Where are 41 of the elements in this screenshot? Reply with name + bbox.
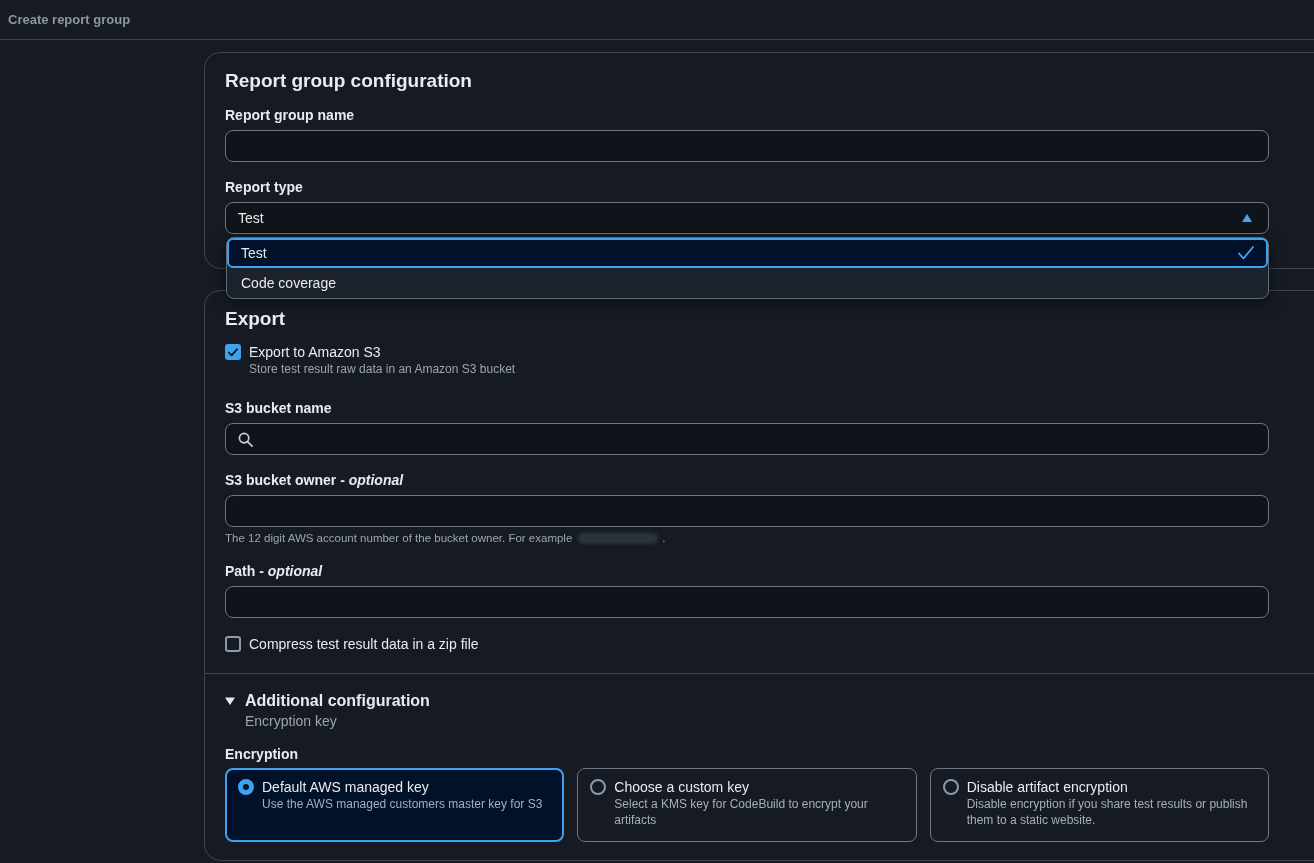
card-description: Disable encryption if you share test results or publish them to a static website. <box>966 796 1249 828</box>
checkbox-label: Export to Amazon S3 <box>249 343 382 361</box>
expand-toggle[interactable]: Additional configuration <box>225 690 1269 712</box>
caret-icon <box>225 696 235 706</box>
card-description: Select a KMS key for CodeBuild to encrypt your artifacts <box>614 796 869 828</box>
panel-heading: Export <box>225 307 287 331</box>
card-title: Disable artifact encryption <box>966 778 1129 796</box>
card-title: Default AWS managed key <box>262 778 430 796</box>
dropdown-option[interactable]: Test <box>227 238 1268 268</box>
panel-heading: Report group configuration <box>225 69 473 93</box>
field-label: S3 bucket owner - optional <box>225 471 405 490</box>
card-title: Choose a custom key <box>614 778 750 796</box>
dropdown-option[interactable]: Code coverage <box>227 268 1268 298</box>
text-field[interactable] <box>225 130 1269 162</box>
card-description: Use the AWS managed customers master key for S3 <box>262 796 543 812</box>
radio-button[interactable] <box>590 779 607 795</box>
section-subtitle: Encryption key <box>245 712 338 730</box>
checkbox[interactable] <box>225 636 241 652</box>
checkbox[interactable] <box>225 344 241 360</box>
field-label: Report group name <box>225 106 356 125</box>
search-field[interactable] <box>225 423 1269 455</box>
text-field[interactable] <box>225 586 1269 618</box>
field-label: Path - optional <box>225 562 324 581</box>
report-type-select[interactable]: Test <box>225 202 1269 234</box>
option-card[interactable]: Default AWS managed key Use the AWS managed customers master key for S3 <box>225 768 565 842</box>
check-icon <box>1238 246 1254 260</box>
radio-button[interactable] <box>238 779 254 795</box>
option-card[interactable]: Choose a custom key Select a KMS key for CodeBuild to encrypt your artifacts <box>577 768 917 842</box>
field-label: S3 bucket name <box>225 399 333 418</box>
checkbox-description: Store test result raw data in an Amazon S3 bucket <box>249 361 516 377</box>
field-hint: The 12 digit AWS account number of the bucket owner. For example <box>225 531 573 546</box>
text-field[interactable] <box>225 495 1269 527</box>
option-card[interactable]: Disable artifact encryption Disable encryption if you share test results or publish them to a static website. <box>929 768 1269 842</box>
checkbox-label: Compress test result data in a zip file <box>249 635 479 653</box>
hint-period: . <box>662 531 666 546</box>
caret-icon <box>1242 214 1252 222</box>
page-title: Create report group <box>8 12 131 27</box>
search-icon <box>238 431 253 447</box>
radio-button[interactable] <box>942 779 959 795</box>
field-label: Encryption <box>225 745 300 764</box>
field-label: Report type <box>225 178 304 197</box>
